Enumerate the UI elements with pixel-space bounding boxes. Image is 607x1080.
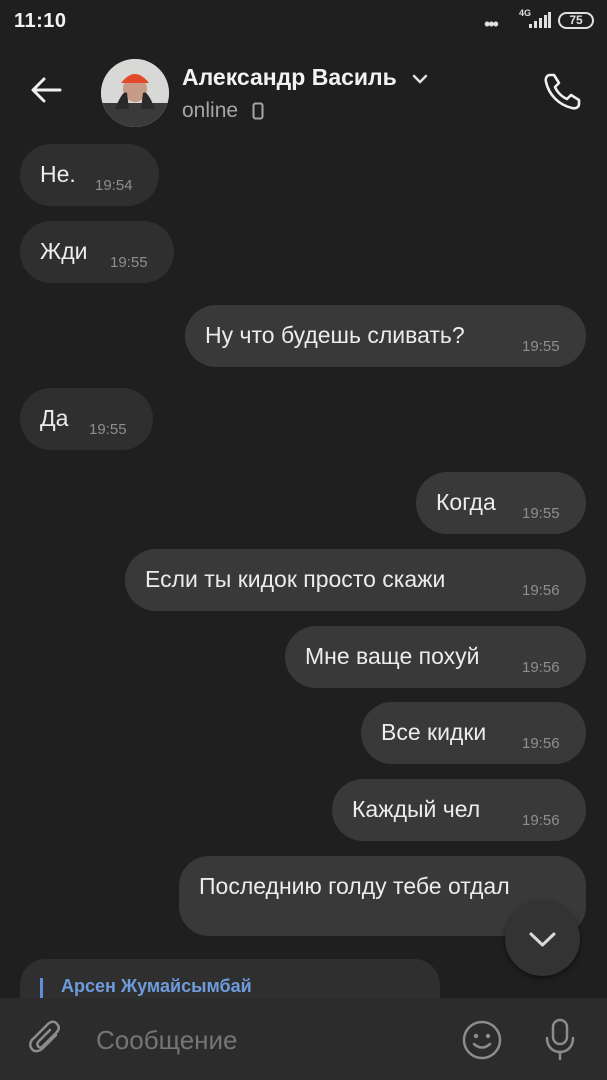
reply-sender: Арсен Жумайсымбай [61,976,252,996]
message-input[interactable] [96,1023,436,1057]
message-text: Да [40,405,69,431]
avatar[interactable] [101,59,169,127]
message-time: 19:56 [522,812,560,829]
notification-dots: ••• [484,14,499,34]
chevron-down-icon [529,932,556,947]
message-composer [0,998,607,1080]
message-bubble[interactable]: Если ты кидок просто скажи 19:56 [125,549,586,611]
message-time: 19:55 [110,254,148,271]
chat-header: Александр Василь online [0,44,607,134]
message-bubble[interactable]: Все кидки 19:56 [361,702,586,764]
presence-status: online [182,99,264,123]
back-arrow-icon[interactable] [26,70,66,110]
message-text: Жди [40,238,88,264]
smiley-icon[interactable] [460,1018,504,1062]
signal-icon: 4G [517,8,551,32]
message-time: 19:54 [95,177,133,194]
scroll-down-button[interactable] [505,901,580,976]
message-text: Если ты кидок просто скажи [145,566,446,592]
mobile-device-icon [252,102,264,120]
message-text: Каждый чел [352,796,481,822]
paperclip-icon[interactable] [26,1018,68,1060]
message-time: 19:55 [89,421,127,438]
presence-text: online [182,99,239,122]
contact-name-text: Александр Василь [182,64,397,90]
message-text: Ну что будешь сливать? [205,322,465,348]
microphone-icon[interactable] [540,1016,580,1062]
phone-icon[interactable] [541,69,585,113]
battery-icon: 75 [558,12,594,29]
message-time: 19:55 [522,338,560,355]
message-text: Когда [436,489,496,515]
quote-bar [40,978,43,998]
message-text: Последнию голду тебе отдал [199,873,510,899]
message-bubble[interactable]: Не. 19:54 [20,144,159,206]
message-bubble[interactable]: Ну что будешь сливать? 19:55 [185,305,586,367]
message-bubble[interactable]: Мне ваще похуй 19:56 [285,626,586,688]
contact-name[interactable]: Александр Василь [182,64,429,91]
message-text: Все кидки [381,719,487,745]
message-bubble[interactable]: Жди 19:55 [20,221,174,283]
status-bar: 11:10 ••• 4G 75 [0,0,607,44]
message-bubble[interactable]: Да 19:55 [20,388,153,450]
message-time: 19:55 [522,505,560,522]
message-text: Не. [40,161,76,187]
battery-level: 75 [569,13,583,27]
message-time: 19:56 [522,659,560,676]
status-time: 11:10 [14,10,67,32]
message-bubble[interactable]: Каждый чел 19:56 [332,779,586,841]
message-text: Мне ваще похуй [305,643,480,669]
message-time: 19:56 [522,735,560,752]
chevron-down-icon[interactable] [411,73,429,85]
message-time: 19:56 [522,582,560,599]
message-bubble[interactable]: Когда 19:55 [416,472,586,534]
